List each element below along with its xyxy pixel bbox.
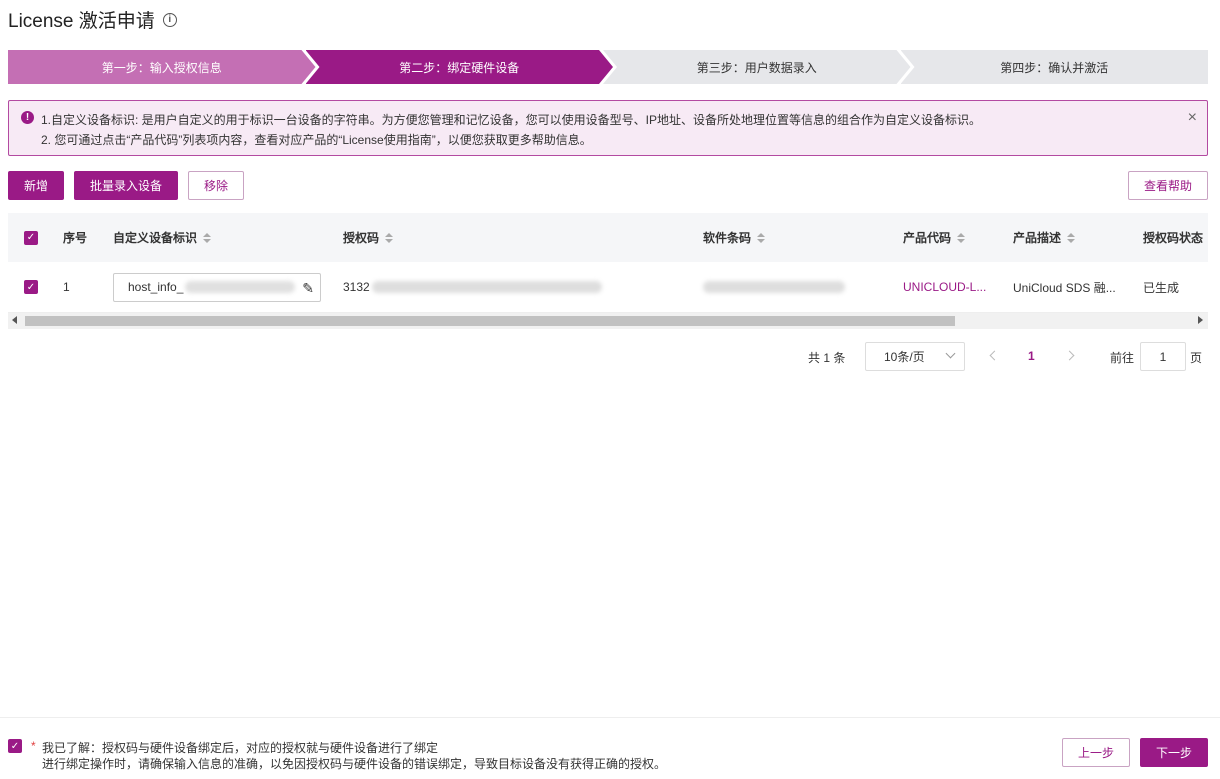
col-product-desc-label: 产品描述 xyxy=(1013,231,1062,245)
scroll-right-icon[interactable] xyxy=(1198,316,1203,324)
next-page-icon[interactable] xyxy=(1064,350,1075,361)
step-2: 第二步：绑定硬件设备 xyxy=(306,50,614,84)
col-auth-status-label: 授权码状态 xyxy=(1143,231,1204,245)
license-activation-page: License 激活申请 i 第一步：输入授权信息 第二步：绑定硬件设备 第三步… xyxy=(0,0,1220,779)
col-index: 序号 xyxy=(63,213,87,262)
col-index-label: 序号 xyxy=(63,231,88,245)
col-device-id-label: 自定义设备标识 xyxy=(113,231,198,245)
table-header: ✓ 序号 自定义设备标识 授权码 软件条码 产品代码 产品描述 授权码状态 xyxy=(8,213,1208,262)
total-count: 共 1 条 xyxy=(808,351,846,365)
sort-icon[interactable] xyxy=(757,232,766,243)
sort-icon[interactable] xyxy=(385,232,394,243)
col-auth-code-label: 授权码 xyxy=(343,231,380,245)
page-size-select[interactable]: 10条/页 xyxy=(865,342,965,371)
required-mark: * xyxy=(31,739,36,753)
col-product-desc[interactable]: 产品描述 xyxy=(1013,213,1076,262)
auth-code-cell: 3132 xyxy=(343,262,602,312)
select-all-checkbox[interactable]: ✓ xyxy=(24,230,38,245)
acknowledge-text-2: 进行绑定操作时，请确保输入信息的准确，以免因授权码与硬件设备的错误绑定，导致目标… xyxy=(42,757,667,771)
auth-status-cell: 已生成 xyxy=(1143,280,1180,295)
col-auth-code[interactable]: 授权码 xyxy=(343,213,394,262)
batch-add-button[interactable]: 批量录入设备 xyxy=(74,171,178,200)
device-id-input[interactable]: host_info_ ✎ xyxy=(113,272,321,302)
view-help-button[interactable]: 查看帮助 xyxy=(1128,171,1208,200)
step-1: 第一步：输入授权信息 xyxy=(8,50,316,84)
product-desc-cell: UniCloud SDS 融... xyxy=(1013,280,1116,295)
step-4: 第四步：确认并激活 xyxy=(900,50,1208,84)
notice-line-2: 2. 您可通过点击“产品代码”列表项内容，查看对应产品的“License使用指南… xyxy=(41,133,592,147)
col-sw-barcode-label: 软件条码 xyxy=(703,231,752,245)
goto-label: 前往 xyxy=(1110,351,1135,365)
edit-icon[interactable]: ✎ xyxy=(302,280,314,297)
row-checkbox[interactable]: ✓ xyxy=(24,280,38,294)
col-sw-barcode[interactable]: 软件条码 xyxy=(703,213,766,262)
table-row: ✓ 1 host_info_ ✎ 3132 UNICLOUD-L... UniC… xyxy=(8,262,1208,313)
acknowledge-checkbox[interactable]: ✓ xyxy=(8,739,22,753)
remove-button[interactable]: 移除 xyxy=(188,171,244,200)
device-table: ✓ 序号 自定义设备标识 授权码 软件条码 产品代码 产品描述 授权码状态 ✓ … xyxy=(8,213,1208,313)
auth-code-value: 3132 xyxy=(343,280,370,294)
page-unit: 页 xyxy=(1190,351,1203,365)
step-3: 第三步：用户数据录入 xyxy=(603,50,911,84)
redacted-text xyxy=(371,281,602,293)
step-progress: 第一步：输入授权信息 第二步：绑定硬件设备 第三步：用户数据录入 第四步：确认并… xyxy=(8,50,1208,84)
current-page[interactable]: 1 xyxy=(1028,349,1035,363)
sw-barcode-cell xyxy=(703,262,845,312)
acknowledge-text-1: 我已了解：授权码与硬件设备绑定后，对应的授权就与硬件设备进行了绑定 xyxy=(42,741,439,755)
close-icon[interactable]: × xyxy=(1188,109,1197,127)
page-title-text: License 激活申请 xyxy=(8,11,155,32)
scroll-left-icon[interactable] xyxy=(12,316,17,324)
sort-icon[interactable] xyxy=(957,232,966,243)
add-button[interactable]: 新增 xyxy=(8,171,64,200)
pagination: 共 1 条 10条/页 1 前往 1 页 xyxy=(0,341,1210,371)
scroll-thumb[interactable] xyxy=(25,316,955,326)
page-title: License 激活申请 i xyxy=(8,6,177,33)
next-step-button[interactable]: 下一步 xyxy=(1140,738,1208,767)
device-id-value: host_info_ xyxy=(128,280,184,294)
redacted-text xyxy=(185,281,296,293)
prev-step-button[interactable]: 上一步 xyxy=(1062,738,1130,767)
info-icon[interactable]: i xyxy=(162,12,177,27)
chevron-down-icon xyxy=(945,348,956,359)
horizontal-scrollbar[interactable] xyxy=(8,313,1208,329)
col-auth-status: 授权码状态 xyxy=(1143,213,1203,262)
footer-bar: ✓ * 我已了解：授权码与硬件设备绑定后，对应的授权就与硬件设备进行了绑定 进行… xyxy=(0,717,1220,779)
redacted-text xyxy=(703,281,845,293)
col-device-id[interactable]: 自定义设备标识 xyxy=(113,213,212,262)
col-product-code-label: 产品代码 xyxy=(903,231,952,245)
row-index: 1 xyxy=(63,280,70,294)
goto-page-input[interactable]: 1 xyxy=(1140,342,1186,371)
warning-icon: ! xyxy=(21,111,34,124)
product-code-link[interactable]: UNICLOUD-L... xyxy=(903,262,986,312)
col-product-code[interactable]: 产品代码 xyxy=(903,213,966,262)
page-size-value: 10条/页 xyxy=(884,350,925,364)
notice-line-1: 1.自定义设备标识: 是用户自定义的用于标识一台设备的字符串。为方便您管理和记忆… xyxy=(41,113,982,127)
notice-banner: ! 1.自定义设备标识: 是用户自定义的用于标识一台设备的字符串。为方便您管理和… xyxy=(8,100,1208,156)
sort-icon[interactable] xyxy=(203,232,212,243)
sort-icon[interactable] xyxy=(1067,232,1076,243)
prev-page-icon[interactable] xyxy=(989,350,1000,361)
